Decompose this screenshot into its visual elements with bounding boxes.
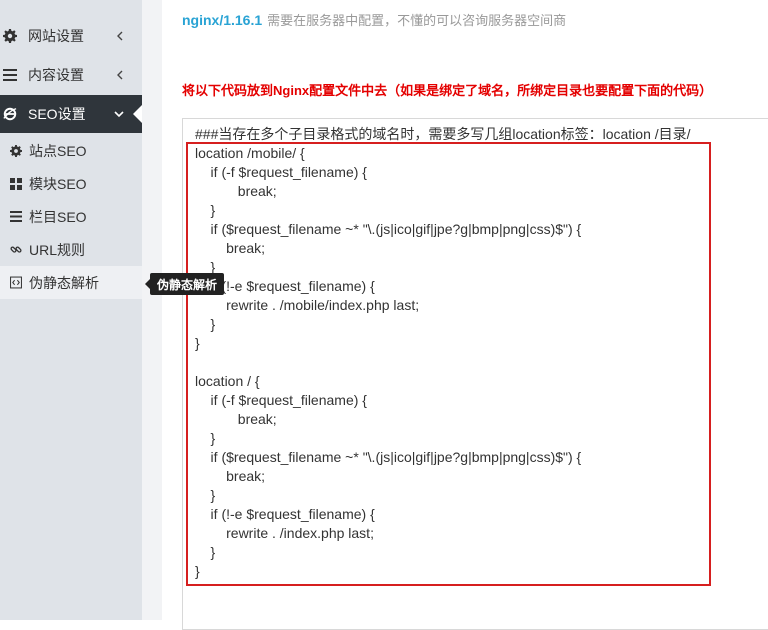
server-version-hint: 需要在服务器中配置，不懂的可以咨询服务器空间商 xyxy=(267,13,567,28)
sidebar-subitem-label: 栏目SEO xyxy=(29,208,87,225)
config-notice: 将以下代码放到Nginx配置文件中去（如果是绑定了域名，所绑定目录也要配置下面的… xyxy=(182,83,713,98)
sidebar-gutter xyxy=(142,0,162,620)
server-version: nginx/1.16.1 xyxy=(182,12,263,28)
sidebar-subitem-url-rules[interactable]: URL规则 xyxy=(0,233,142,266)
tooltip: 伪静态解析 xyxy=(144,273,225,295)
gear-icon xyxy=(3,29,17,43)
rewrite-code-textarea[interactable]: ###当存在多个子目录格式的域名时，需要多写几组location标签：locat… xyxy=(182,118,768,630)
sidebar-subitem-label: 伪静态解析 xyxy=(29,274,99,291)
chevron-down-icon xyxy=(114,110,124,118)
grid-icon xyxy=(10,177,22,190)
ie-icon xyxy=(3,106,17,122)
server-version-line: nginx/1.16.1 需要在服务器中配置，不懂的可以咨询服务器空间商 xyxy=(182,10,566,29)
sidebar-subitem-site-seo[interactable]: 站点SEO xyxy=(0,134,142,167)
sidebar-subitem-column-seo[interactable]: 栏目SEO xyxy=(0,200,142,233)
sidebar-subitem-label: 站点SEO xyxy=(29,142,87,159)
chevron-left-icon xyxy=(116,31,124,41)
sidebar-item-seo-settings[interactable]: SEO设置 xyxy=(0,95,143,133)
list-icon xyxy=(10,211,22,222)
main-content: nginx/1.16.1 需要在服务器中配置，不懂的可以咨询服务器空间商 将以下代… xyxy=(162,0,768,630)
sidebar-item-content-settings[interactable]: 内容设置 xyxy=(0,56,142,94)
sidebar-item-label: SEO设置 xyxy=(28,106,86,122)
rewrite-code[interactable]: ###当存在多个子目录格式的域名时，需要多写几组location标签：locat… xyxy=(195,125,691,581)
sidebar-item-label: 内容设置 xyxy=(28,67,84,83)
code-icon xyxy=(10,276,22,289)
sidebar-subitem-rewrite[interactable]: 伪静态解析 xyxy=(0,266,142,299)
list-icon xyxy=(3,69,17,81)
sidebar-subitem-label: URL规则 xyxy=(29,241,86,258)
gear-icon xyxy=(10,144,22,157)
sidebar-item-site-settings[interactable]: 网站设置 xyxy=(0,17,142,55)
sidebar-subitem-label: 模块SEO xyxy=(29,175,87,192)
sidebar-item-label: 网站设置 xyxy=(28,28,84,44)
link-icon xyxy=(10,243,22,256)
sidebar: 网站设置 内容设置 SEO设置 站点SEO 模块SEO 栏目SEO URL规则 … xyxy=(0,0,143,620)
sidebar-subitem-module-seo[interactable]: 模块SEO xyxy=(0,167,142,200)
chevron-left-icon xyxy=(116,70,124,80)
